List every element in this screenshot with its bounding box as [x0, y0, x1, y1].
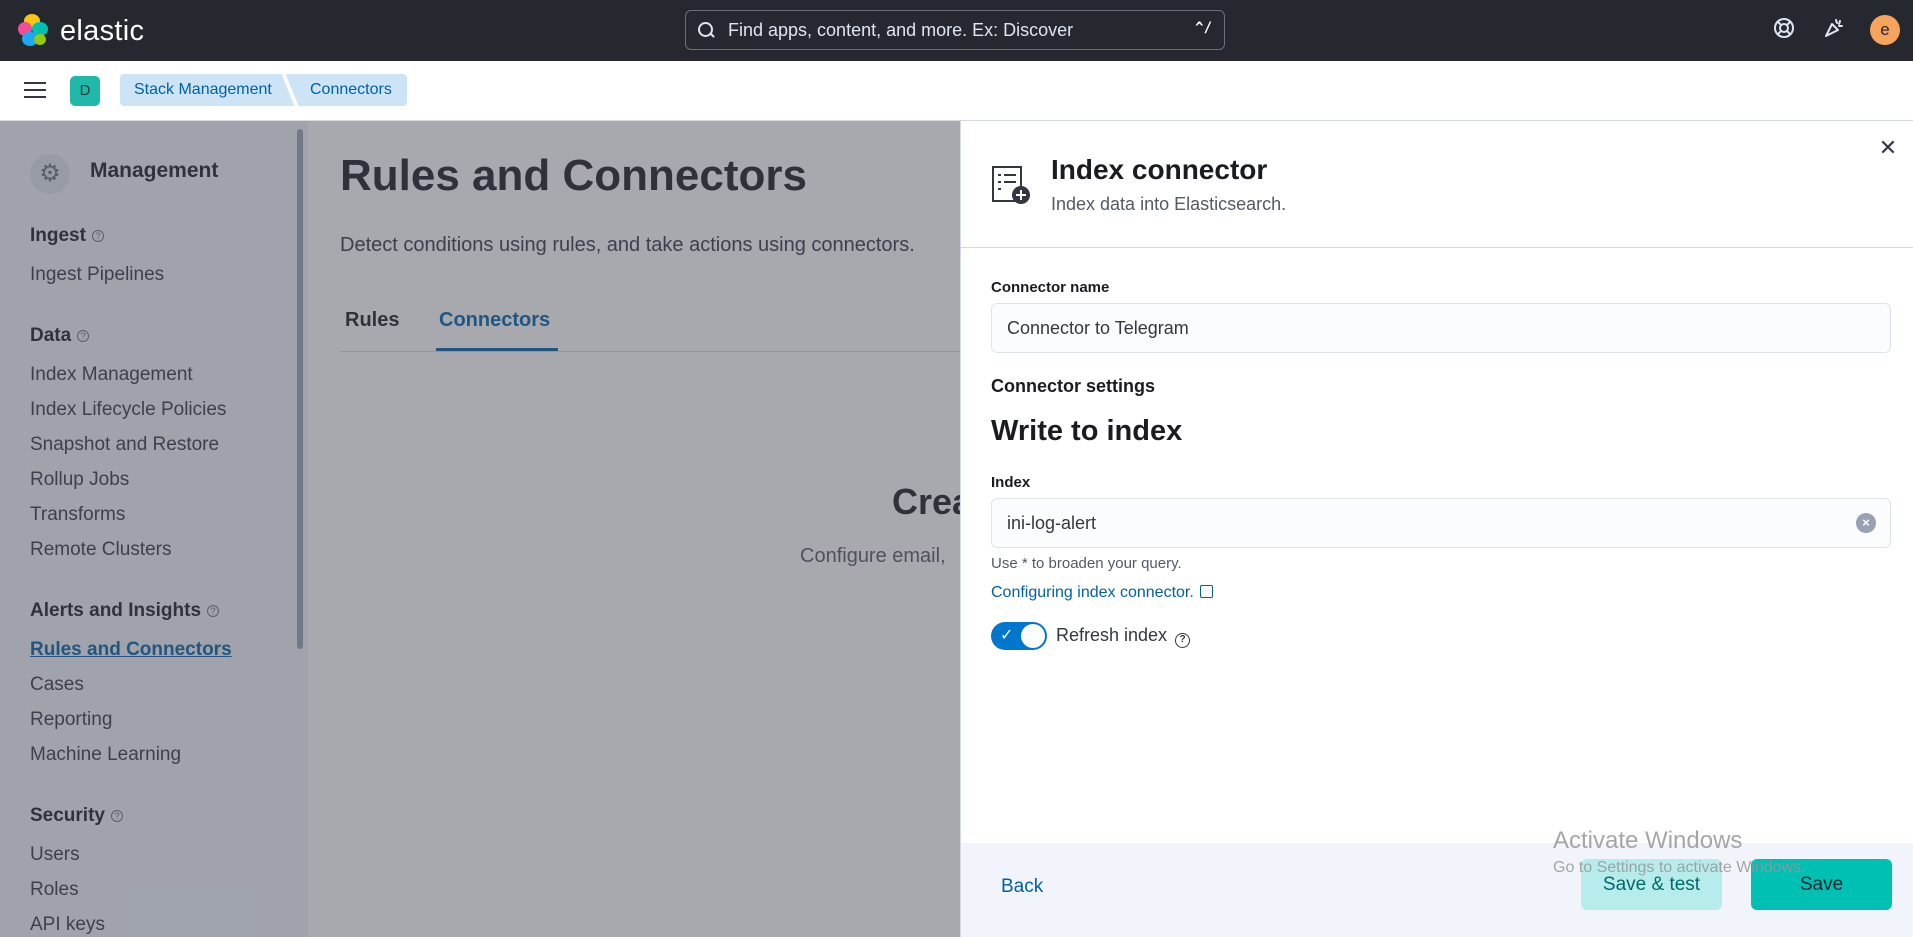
search-shortcut: ^/ [1195, 20, 1212, 36]
breadcrumb-bar: D Stack Management Connectors [0, 61, 1913, 121]
write-to-index-heading: Write to index [991, 415, 1183, 447]
search-placeholder: Find apps, content, and more. Ex: Discov… [728, 19, 1074, 40]
refresh-index-toggle[interactable]: ✓ [991, 622, 1047, 650]
search-icon [696, 20, 716, 40]
connector-name-field[interactable]: Connector to Telegram [991, 303, 1891, 353]
breadcrumb-stack-management[interactable]: Stack Management [120, 74, 302, 106]
external-link-icon [1199, 585, 1213, 598]
flyout-divider [961, 247, 1913, 248]
menu-toggle-icon[interactable] [24, 82, 46, 100]
flyout-title: Index connector [1051, 154, 1268, 185]
elastic-logo[interactable]: elastic [18, 14, 144, 48]
connector-name-label: Connector name [991, 279, 1110, 296]
watermark-line-2: Go to Settings to activate Windows. [1553, 859, 1806, 876]
watermark-line-1: Activate Windows [1553, 827, 1743, 854]
breadcrumb-connectors[interactable]: Connectors [290, 74, 407, 106]
connector-settings-heading: Connector settings [991, 376, 1156, 396]
windows-activation-watermark: Activate Windows Go to Settings to activ… [1553, 827, 1806, 877]
help-icon[interactable] [1770, 16, 1798, 44]
news-feed-icon[interactable] [1820, 16, 1848, 44]
index-value: ini-log-alert [1007, 513, 1097, 533]
global-search-input[interactable]: Find apps, content, and more. Ex: Discov… [685, 10, 1225, 50]
elastic-logo-icon [18, 14, 52, 48]
index-combobox[interactable]: ini-log-alert × [991, 498, 1891, 548]
clear-icon[interactable]: × [1856, 513, 1876, 533]
brand-name: elastic [60, 14, 145, 47]
top-header: elastic Find apps, content, and more. Ex… [0, 0, 1913, 61]
refresh-index-label: Refresh index? [1056, 625, 1191, 648]
user-avatar[interactable]: e [1870, 15, 1900, 45]
toggle-knob [1021, 624, 1045, 648]
connector-flyout: ✕ Index connector Index data into Elasti… [960, 121, 1913, 937]
space-avatar[interactable]: D [70, 76, 100, 106]
close-icon[interactable]: ✕ [1877, 137, 1899, 159]
check-icon: ✓ [1000, 627, 1014, 644]
index-label: Index [991, 474, 1031, 491]
docs-link-label[interactable]: Configuring index connector. [991, 584, 1194, 601]
docs-link[interactable]: Configuring index connector. [991, 584, 1213, 602]
back-button[interactable]: Back [1001, 876, 1043, 898]
index-connector-icon [991, 165, 1031, 205]
index-help-text: Use * to broaden your query. [991, 555, 1182, 572]
flyout-subtitle: Index data into Elasticsearch. [1051, 194, 1287, 214]
question-icon[interactable]: ? [1175, 633, 1191, 648]
